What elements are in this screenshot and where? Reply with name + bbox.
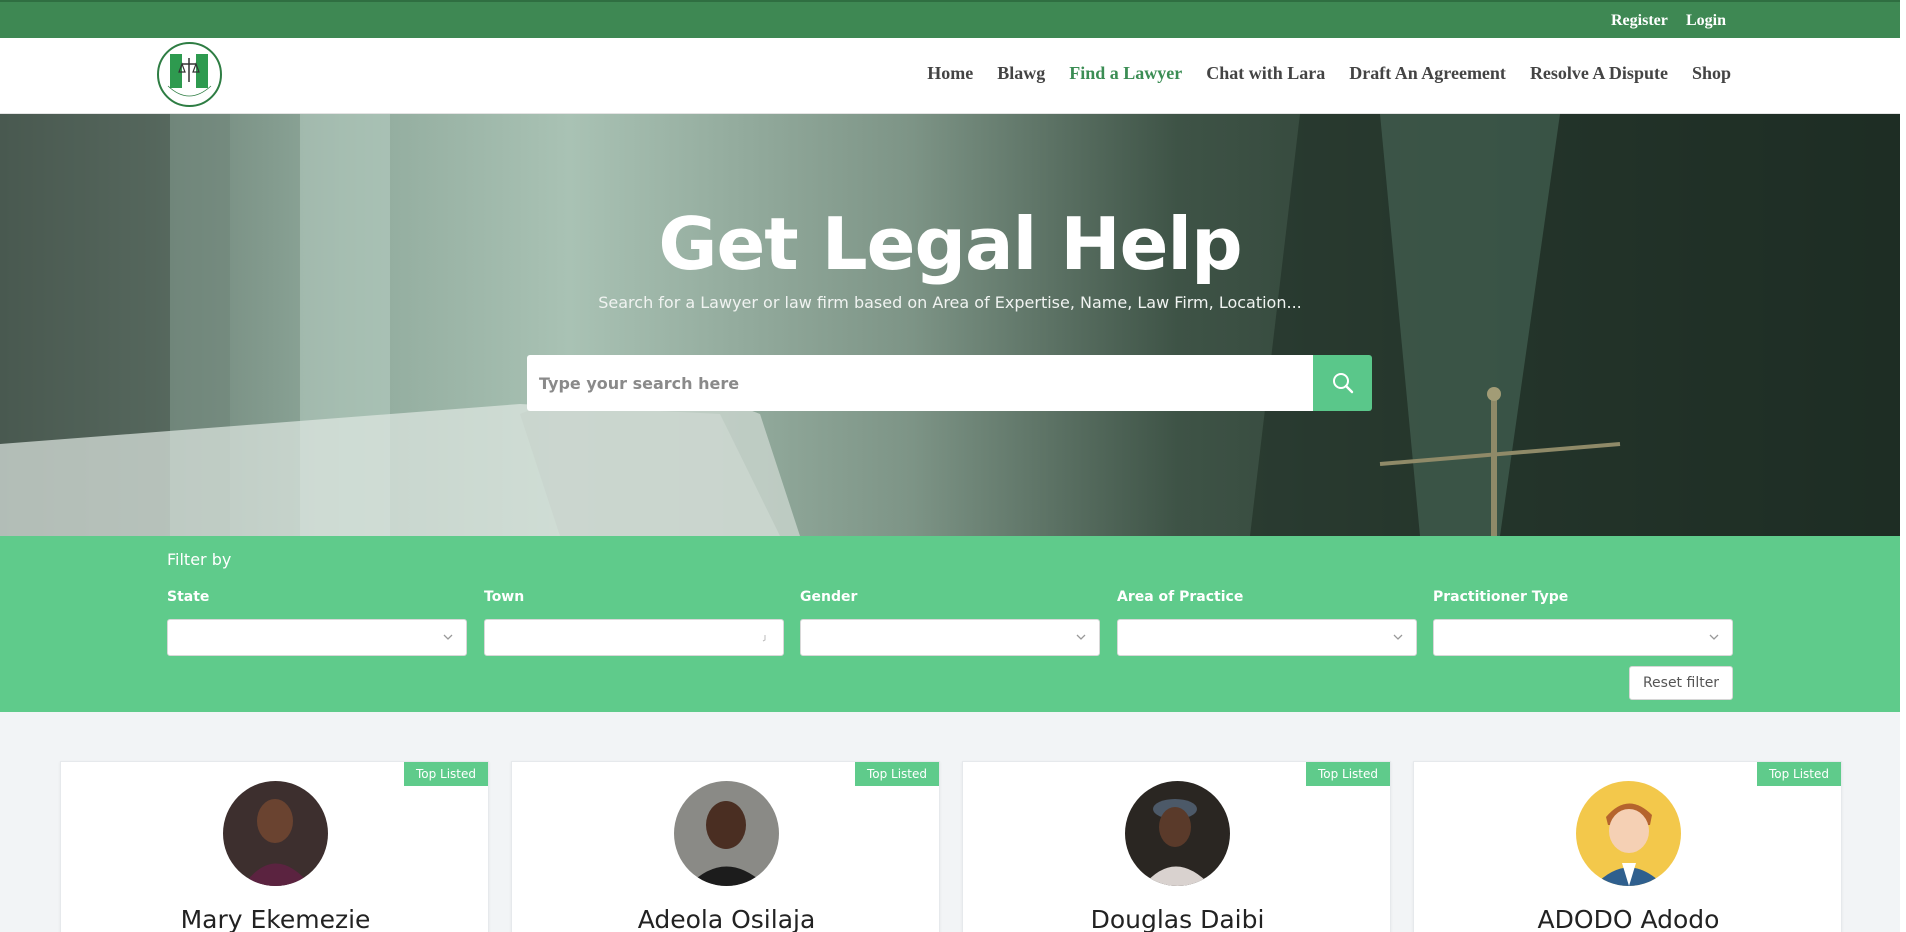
filter-town: Town [484, 589, 784, 656]
nav-item-draft-agreement[interactable]: Draft An Agreement [1349, 63, 1506, 84]
hero-title: Get Legal Help [658, 202, 1242, 286]
top-listed-badge: Top Listed [403, 762, 488, 786]
nav-item-find-a-lawyer[interactable]: Find a Lawyer [1069, 63, 1182, 84]
filter-label: Area of Practice [1117, 589, 1244, 605]
lawyer-card[interactable]: Top Listed Mary Ekemezie [60, 761, 489, 932]
gender-select[interactable] [800, 619, 1100, 656]
lawyer-photo [1125, 781, 1230, 886]
town-select[interactable] [484, 619, 784, 656]
chevron-down-icon [443, 634, 453, 640]
nav-item-shop[interactable]: Shop [1692, 63, 1731, 84]
search-button[interactable] [1313, 355, 1372, 411]
lawyer-photo [223, 781, 328, 886]
avatar [674, 781, 779, 886]
filter-panel: Filter by State Town Gender Area of Prac… [0, 536, 1900, 712]
chevron-down-icon [762, 635, 766, 642]
avatar [223, 781, 328, 886]
chevron-down-icon [1076, 634, 1086, 640]
filter-title: Filter by [167, 550, 232, 569]
avatar [1576, 781, 1681, 886]
hero-banner: Get Legal Help Search for a Lawyer or la… [0, 114, 1900, 536]
filter-label: Gender [800, 589, 858, 605]
lawyer-card[interactable]: Top Listed ADODO Adodo [1413, 761, 1842, 932]
avatar [1125, 781, 1230, 886]
lawyer-name: Adeola Osilaja [637, 905, 816, 932]
scales-logo-icon [167, 54, 212, 97]
main-navbar: Home Blawg Find a Lawyer Chat with Lara … [0, 38, 1900, 114]
lawyer-name: Douglas Daibi [1090, 905, 1265, 932]
nav-item-blawg[interactable]: Blawg [997, 63, 1045, 84]
lawyer-card[interactable]: Top Listed Douglas Daibi [962, 761, 1391, 932]
scrollbar-track[interactable] [1900, 0, 1906, 932]
hero-subtitle: Search for a Lawyer or law firm based on… [598, 293, 1302, 312]
page: Register Login Home Blawg Find a Lawyer … [0, 0, 1906, 932]
lawyer-name: ADODO Adodo [1537, 905, 1720, 932]
search-input[interactable] [527, 355, 1313, 411]
lawyer-photo [674, 781, 779, 886]
chevron-down-icon [1393, 634, 1403, 640]
chevron-down-icon [1709, 634, 1719, 640]
lawyer-name: Mary Ekemezie [180, 905, 371, 932]
default-avatar-icon [1576, 781, 1681, 886]
lawyer-cards: Top Listed Mary Ekemezie Top Listed Adeo… [60, 761, 1842, 932]
filter-area-of-practice: Area of Practice [1117, 589, 1417, 656]
lawyer-card[interactable]: Top Listed Adeola Osilaja [511, 761, 940, 932]
filter-practitioner-type: Practitioner Type [1433, 589, 1733, 656]
nav-item-home[interactable]: Home [927, 63, 973, 84]
top-listed-badge: Top Listed [1305, 762, 1390, 786]
nav-item-chat-with-lara[interactable]: Chat with Lara [1206, 63, 1325, 84]
practitioner-type-select[interactable] [1433, 619, 1733, 656]
register-link[interactable]: Register [1611, 12, 1668, 30]
filter-label: Practitioner Type [1433, 589, 1569, 605]
reset-filter-button[interactable]: Reset filter [1629, 666, 1733, 700]
filter-label: Town [484, 589, 525, 605]
search-icon [1332, 373, 1353, 394]
site-logo[interactable] [157, 42, 222, 107]
filter-gender: Gender [800, 589, 1100, 656]
top-listed-badge: Top Listed [1756, 762, 1841, 786]
search-bar [527, 355, 1372, 411]
hero-background-image [0, 114, 1900, 536]
top-listed-badge: Top Listed [854, 762, 939, 786]
login-link[interactable]: Login [1686, 12, 1726, 30]
filter-label: State [167, 589, 210, 605]
nav-item-resolve-dispute[interactable]: Resolve A Dispute [1530, 63, 1668, 84]
nav-links: Home Blawg Find a Lawyer Chat with Lara … [927, 63, 1731, 84]
filter-state: State [167, 589, 467, 656]
top-bar: Register Login [0, 0, 1900, 38]
area-of-practice-select[interactable] [1117, 619, 1417, 656]
state-select[interactable] [167, 619, 467, 656]
